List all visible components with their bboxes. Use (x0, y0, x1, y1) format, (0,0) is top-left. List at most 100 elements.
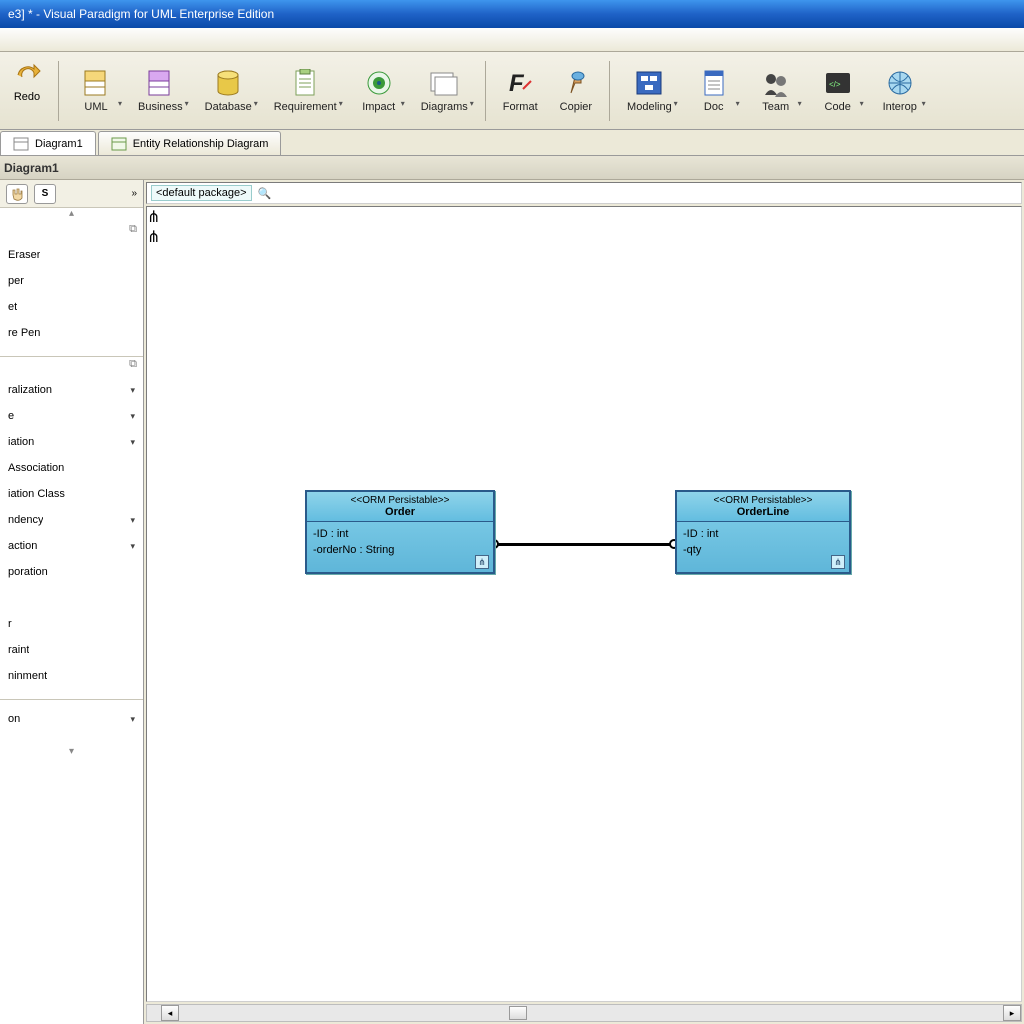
erd-icon (111, 137, 127, 151)
impact-icon (364, 69, 394, 99)
class-orderline[interactable]: <<ORM Persistable>> OrderLine -ID : int … (675, 490, 851, 574)
redo-button[interactable]: Redo (4, 59, 50, 123)
requirement-button[interactable]: Requirement ▾ (265, 59, 346, 123)
scroll-track[interactable] (179, 1005, 1003, 1021)
dropdown-icon: ▾ (470, 99, 474, 108)
compartment-toggle-icon[interactable]: ⋔ (831, 555, 845, 569)
palette-item[interactable]: et (6, 294, 137, 320)
class-diagram-icon (13, 137, 29, 151)
uml-icon (81, 69, 111, 99)
class-stereotype: <<ORM Persistable>> (313, 495, 487, 506)
palette-item[interactable]: ndency▾ (6, 507, 137, 533)
palette-header[interactable]: S » (0, 180, 143, 208)
hand-tool-icon[interactable] (6, 184, 28, 204)
palette-item[interactable]: iation Class (6, 481, 137, 507)
window-titlebar: e3] * - Visual Paradigm for UML Enterpri… (0, 0, 1024, 28)
breadcrumb[interactable]: <default package> 🔍 (146, 182, 1022, 204)
palette-item[interactable]: raint (6, 637, 137, 663)
requirement-label: Requirement (274, 101, 337, 113)
requirement-icon (290, 69, 320, 99)
chevron-down-icon: ▾ (130, 411, 135, 422)
palette-item[interactable]: ninment (6, 663, 137, 689)
impact-button[interactable]: Impact ▾ (350, 59, 408, 123)
class-body: -ID : int -qty ⋔ (677, 522, 849, 572)
tab-erd[interactable]: Entity Relationship Diagram (98, 131, 282, 155)
palette-item[interactable]: Association (6, 455, 137, 481)
horizontal-scrollbar[interactable]: ◂ ▸ (146, 1004, 1022, 1022)
diagrams-icon (429, 69, 459, 99)
section-grip[interactable]: ⧉ (0, 357, 143, 371)
dropdown-icon: ▾ (736, 99, 740, 108)
diagrams-button[interactable]: Diagrams ▾ (412, 59, 477, 123)
team-icon (761, 69, 791, 99)
format-icon: F (505, 69, 535, 99)
palette-item[interactable]: per (6, 268, 137, 294)
class-header: <<ORM Persistable>> OrderLine (677, 492, 849, 522)
palette-item[interactable]: ralization▾ (6, 377, 137, 403)
dropdown-icon: ▾ (339, 99, 343, 108)
redo-label: Redo (14, 91, 40, 103)
uml-button[interactable]: UML ▾ (67, 59, 125, 123)
class-header: <<ORM Persistable>> Order (307, 492, 493, 522)
select-chip[interactable]: S (34, 184, 56, 204)
scroll-thumb[interactable] (509, 1006, 527, 1020)
menubar[interactable] (0, 28, 1024, 52)
class-order[interactable]: <<ORM Persistable>> Order -ID : int -ord… (305, 490, 495, 574)
palette-item[interactable]: iation▾ (6, 429, 137, 455)
format-label: Format (503, 101, 538, 113)
doc-icon (699, 69, 729, 99)
scroll-right-button[interactable]: ▸ (1003, 1005, 1021, 1021)
tab-label: Diagram1 (35, 138, 83, 150)
class-attribute[interactable]: -ID : int (313, 526, 487, 542)
diagrams-label: Diagrams (421, 101, 468, 113)
palette-item[interactable]: poration (6, 559, 137, 585)
interop-button[interactable]: Interop ▾ (871, 59, 929, 123)
svg-text:</>: </> (829, 80, 841, 89)
expand-icon[interactable]: » (131, 188, 137, 199)
tab-diagram1[interactable]: Diagram1 (0, 131, 96, 155)
role-toggle-icon[interactable]: ⋔ (147, 207, 1021, 227)
compartment-toggle-icon[interactable]: ⋔ (475, 555, 489, 569)
dropdown-icon: ▾ (401, 99, 405, 108)
diagram-canvas[interactable]: ⋔ ⋔ <<ORM Persistable>> Order -ID : int … (146, 206, 1022, 1002)
main-toolbar: Redo UML ▾ Business ▾ Database ▾ Require… (0, 52, 1024, 130)
palette-item[interactable]: on▾ (6, 706, 137, 732)
diagram-title-bar: Diagram1 (0, 156, 1024, 180)
role-toggle-icon[interactable]: ⋔ (147, 227, 1021, 247)
association-connector[interactable] (495, 543, 675, 546)
team-button[interactable]: Team ▾ (747, 59, 805, 123)
code-icon: </> (823, 69, 853, 99)
database-label: Database (205, 101, 252, 113)
palette-item[interactable]: r (6, 611, 137, 637)
database-button[interactable]: Database ▾ (196, 59, 261, 123)
palette-item[interactable]: re Pen (6, 320, 137, 346)
palette-item[interactable]: action▾ (6, 533, 137, 559)
scroll-up-icon[interactable]: ▴ (0, 208, 143, 222)
class-attribute[interactable]: -orderNo : String (313, 542, 487, 558)
modeling-icon (634, 69, 664, 99)
tool-palette: S » ▴ ⧉ Eraser per et re Pen ⧉ ralizatio… (0, 180, 144, 1024)
diagram-tabs: Diagram1 Entity Relationship Diagram (0, 130, 1024, 156)
palette-item[interactable] (6, 585, 137, 611)
section-grip[interactable]: ⧉ (0, 222, 143, 236)
palette-section-other: on▾ (0, 700, 143, 742)
dropdown-icon: ▾ (674, 99, 678, 108)
chevron-down-icon: ▾ (130, 714, 135, 725)
format-button[interactable]: F Format (494, 59, 547, 123)
palette-item[interactable]: Eraser (6, 242, 137, 268)
search-icon[interactable]: 🔍 (258, 187, 272, 200)
copier-button[interactable]: Copier (551, 59, 601, 123)
package-crumb[interactable]: <default package> (151, 185, 252, 201)
code-button[interactable]: </> Code ▾ (809, 59, 867, 123)
class-attribute[interactable]: -ID : int (683, 526, 843, 542)
class-attribute[interactable]: -qty (683, 542, 843, 558)
toolbar-separator (485, 61, 486, 121)
window-title: e3] * - Visual Paradigm for UML Enterpri… (8, 7, 274, 21)
doc-button[interactable]: Doc ▾ (685, 59, 743, 123)
chevron-down-icon: ▾ (130, 385, 135, 396)
palette-item[interactable]: e▾ (6, 403, 137, 429)
scroll-down-icon[interactable]: ▾ (0, 742, 143, 760)
business-button[interactable]: Business ▾ (129, 59, 192, 123)
modeling-button[interactable]: Modeling ▾ (618, 59, 681, 123)
scroll-left-button[interactable]: ◂ (161, 1005, 179, 1021)
